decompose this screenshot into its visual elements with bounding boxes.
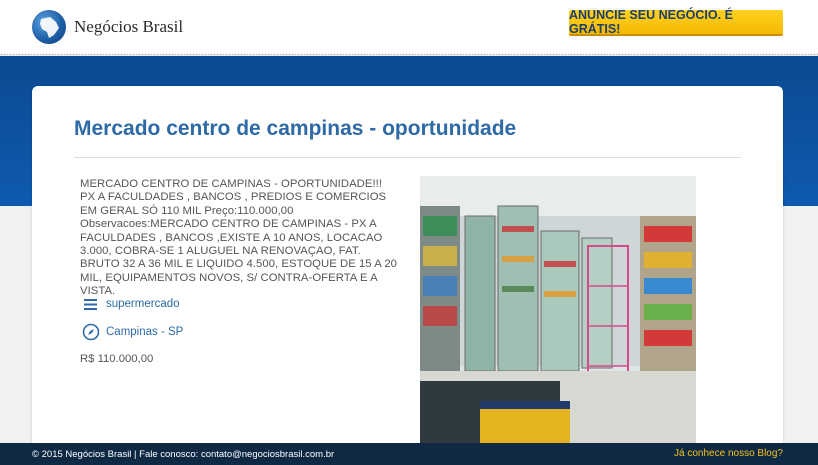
title-divider [74, 157, 741, 158]
site-footer: © 2015 Negócios Brasil | Fale conosco: c… [0, 443, 818, 465]
site-logo[interactable]: Negócios Brasil [32, 10, 183, 44]
description-notes: Observacoes:MERCADO CENTRO DE CAMPINAS -… [80, 218, 398, 298]
menu-icon [84, 299, 97, 310]
location-label: Campinas - SP [106, 326, 184, 338]
globe-logo-icon [32, 10, 66, 44]
description-summary: MERCADO CENTRO DE CAMPINAS - OPORTUNIDAD… [80, 178, 387, 217]
footer-contact[interactable]: © 2015 Negócios Brasil | Fale conosco: c… [32, 449, 334, 460]
compass-icon [82, 323, 100, 341]
advertise-button[interactable]: ANUNCIE SEU NEGÓCIO. É GRÁTIS! [569, 8, 783, 36]
brand-name: Negócios Brasil [74, 17, 184, 36]
category-link[interactable]: supermercado [82, 295, 180, 313]
listing-title: Mercado centro de campinas - oportunidad… [74, 117, 517, 140]
site-header: Negócios Brasil ANUNCIE SEU NEGÓCIO. É G… [0, 0, 818, 54]
listing-photo[interactable] [420, 176, 696, 456]
listing-card: Mercado centro de campinas - oportunidad… [32, 86, 783, 456]
photo-icon [420, 176, 696, 456]
location-link[interactable]: Campinas - SP [82, 323, 183, 341]
listing-description: MERCADO CENTRO DE CAMPINAS - OPORTUNIDAD… [80, 178, 400, 299]
category-label: supermercado [106, 298, 180, 310]
listing-price: R$ 110.000,00 [80, 353, 154, 365]
blog-link[interactable]: Já conhece nosso Blog? [674, 448, 783, 459]
